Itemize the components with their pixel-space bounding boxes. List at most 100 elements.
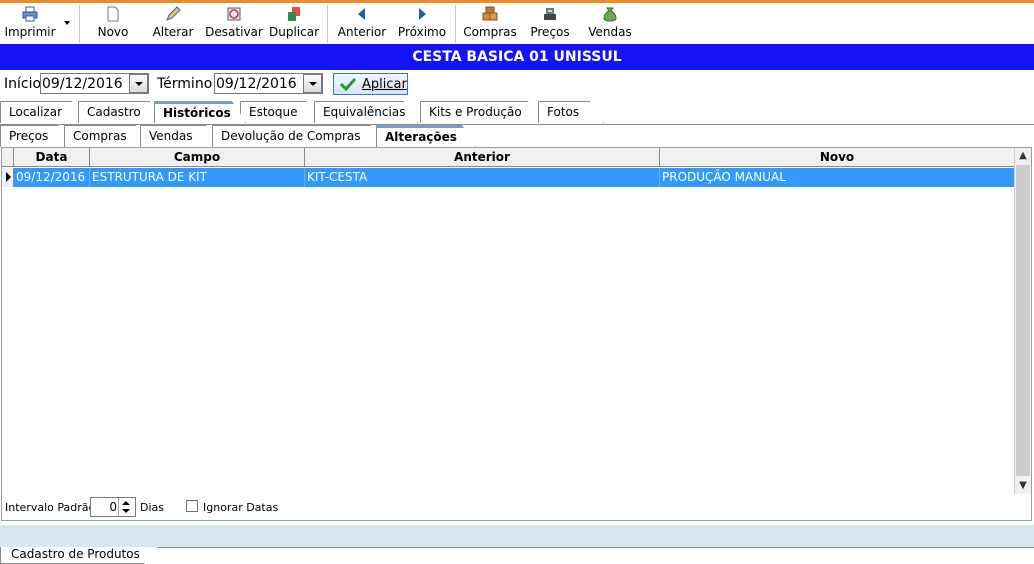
- arrow-left-icon: [358, 8, 365, 20]
- tab-equivalencias[interactable]: Equivalências: [314, 101, 418, 123]
- tab-label: Fotos: [547, 105, 580, 119]
- cell-data[interactable]: 09/12/2016: [14, 168, 90, 187]
- prices-button[interactable]: Preços: [524, 3, 576, 44]
- scroll-up-icon[interactable]: ▲: [1015, 148, 1031, 164]
- stepper-down-icon[interactable]: [122, 509, 130, 513]
- arrow-right-icon: [419, 8, 426, 20]
- column-header-data[interactable]: Data: [14, 148, 90, 167]
- tab-label: Estoque: [249, 105, 298, 119]
- table-row[interactable]: 09/12/2016 ESTRUTURA DE KIT KIT-CESTA PR…: [14, 168, 1015, 187]
- tab-localizar[interactable]: Localizar: [0, 101, 86, 123]
- column-header-novo[interactable]: Novo: [660, 148, 1015, 167]
- end-date-value: 09/12/2016: [216, 76, 297, 92]
- cell-campo[interactable]: ESTRUTURA DE KIT: [90, 168, 305, 187]
- vertical-scrollbar[interactable]: ▲ ▼: [1014, 148, 1031, 494]
- cell-anterior[interactable]: KIT-CESTA: [305, 168, 660, 187]
- days-label: Dias: [140, 501, 164, 514]
- duplicate-button[interactable]: Duplicar: [266, 3, 322, 44]
- tab-label: Localizar: [9, 105, 63, 119]
- tab-devolucao-compras[interactable]: Devolução de Compras: [212, 125, 384, 147]
- tab-label: Compras: [73, 129, 127, 143]
- toolbar-separator: [79, 5, 80, 43]
- boxes-icon: [482, 6, 498, 21]
- duplicate-icon: [288, 7, 300, 21]
- deactivate-label: Desativar: [205, 25, 263, 39]
- row-indicator: [2, 168, 14, 187]
- status-bar: [0, 525, 1034, 547]
- deactivate-button[interactable]: Desativar: [204, 3, 264, 44]
- scroll-thumb[interactable]: [1016, 165, 1030, 476]
- start-date-value: 09/12/2016: [42, 76, 123, 92]
- tab-label: Históricos: [163, 106, 231, 120]
- print-label: Imprimir: [4, 25, 56, 39]
- sales-label: Vendas: [588, 25, 632, 39]
- interval-value: 0: [109, 500, 117, 514]
- ignore-dates-label: Ignorar Datas: [203, 501, 279, 514]
- purchases-label: Compras: [463, 25, 517, 39]
- sales-button[interactable]: Vendas: [584, 3, 636, 44]
- tab-alteracoes[interactable]: Alterações: [376, 125, 476, 147]
- toolbar-separator: [327, 5, 328, 43]
- edit-label: Alterar: [152, 25, 194, 39]
- cell-novo[interactable]: PRODUÇÃO MANUAL: [660, 168, 1015, 187]
- product-title: CESTA BASICA 01 UNISSUL: [0, 44, 1034, 70]
- chevron-down-icon: [135, 82, 143, 86]
- tab-historicos[interactable]: Históricos: [154, 101, 246, 123]
- apply-label: Aplicar: [362, 77, 407, 92]
- tab-label: Kits e Produção: [429, 105, 522, 119]
- ignore-dates-checkbox[interactable]: [186, 500, 198, 512]
- stepper-buttons[interactable]: [118, 498, 135, 516]
- checkmark-icon: [340, 77, 356, 91]
- changes-grid: Data Campo Anterior Novo 09/12/2016 ESTR…: [1, 147, 1032, 521]
- print-dropdown-icon[interactable]: [64, 21, 70, 25]
- end-date-label: Término: [157, 76, 213, 92]
- end-date-dropdown-button[interactable]: [303, 74, 322, 93]
- next-button[interactable]: Próximo: [394, 3, 450, 44]
- tab-label: Devolução de Compras: [221, 129, 361, 143]
- date-filter-row: Início 09/12/2016 Término 09/12/2016 Apl…: [0, 70, 1034, 100]
- tab-kits-producao[interactable]: Kits e Produção: [420, 101, 542, 123]
- purchases-button[interactable]: Compras: [462, 3, 518, 44]
- history-sub-tabs: Preços Compras Vendas Devolução de Compr…: [0, 125, 1034, 147]
- pencil-icon: [166, 6, 181, 21]
- tab-estoque[interactable]: Estoque: [240, 101, 320, 123]
- tab-precos[interactable]: Preços: [0, 125, 72, 147]
- tab-label: Alterações: [385, 130, 457, 144]
- tab-cadastro[interactable]: Cadastro: [78, 101, 164, 123]
- column-header-anterior[interactable]: Anterior: [305, 148, 660, 167]
- interval-label: Intervalo Padrão: [5, 501, 96, 514]
- tab-label: Vendas: [149, 129, 193, 143]
- grid-corner: [2, 148, 14, 167]
- tab-fotos[interactable]: Fotos: [538, 101, 604, 123]
- main-tabs: Localizar Cadastro Históricos Estoque Eq…: [0, 101, 1034, 124]
- tab-vendas[interactable]: Vendas: [140, 125, 220, 147]
- window-tab-label: Cadastro de Produtos: [11, 547, 140, 561]
- tab-label: Preços: [9, 129, 49, 143]
- previous-label: Anterior: [337, 25, 387, 39]
- edit-button[interactable]: Alterar: [148, 3, 198, 44]
- tab-label: Cadastro: [87, 105, 141, 119]
- toolbar: Imprimir Novo Alterar Desativar Duplicar: [0, 3, 1034, 44]
- chevron-down-icon: [309, 82, 317, 86]
- new-label: Novo: [97, 25, 129, 39]
- cash-register-icon: [544, 8, 556, 20]
- tab-compras[interactable]: Compras: [64, 125, 150, 147]
- window-tabs: Cadastro de Produtos: [0, 547, 1034, 564]
- money-bag-icon: [603, 7, 617, 22]
- tab-label: Equivalências: [323, 105, 406, 119]
- start-date-dropdown-button[interactable]: [129, 74, 148, 93]
- new-button[interactable]: Novo: [88, 3, 138, 44]
- next-label: Próximo: [397, 25, 447, 39]
- deactivate-icon: [227, 7, 241, 21]
- interval-controls: Intervalo Padrão 0 Dias Ignorar Datas: [0, 494, 1034, 520]
- interval-stepper[interactable]: 0: [90, 497, 136, 517]
- column-header-campo[interactable]: Campo: [90, 148, 305, 167]
- start-date-label: Início: [4, 76, 42, 92]
- stepper-up-icon[interactable]: [122, 501, 130, 505]
- print-button[interactable]: Imprimir: [0, 3, 60, 44]
- tab-cadastro-produtos[interactable]: Cadastro de Produtos: [0, 547, 158, 564]
- scroll-down-icon[interactable]: ▼: [1015, 478, 1031, 494]
- apply-button[interactable]: Aplicar: [333, 73, 408, 95]
- previous-button[interactable]: Anterior: [334, 3, 390, 44]
- duplicate-label: Duplicar: [268, 25, 319, 39]
